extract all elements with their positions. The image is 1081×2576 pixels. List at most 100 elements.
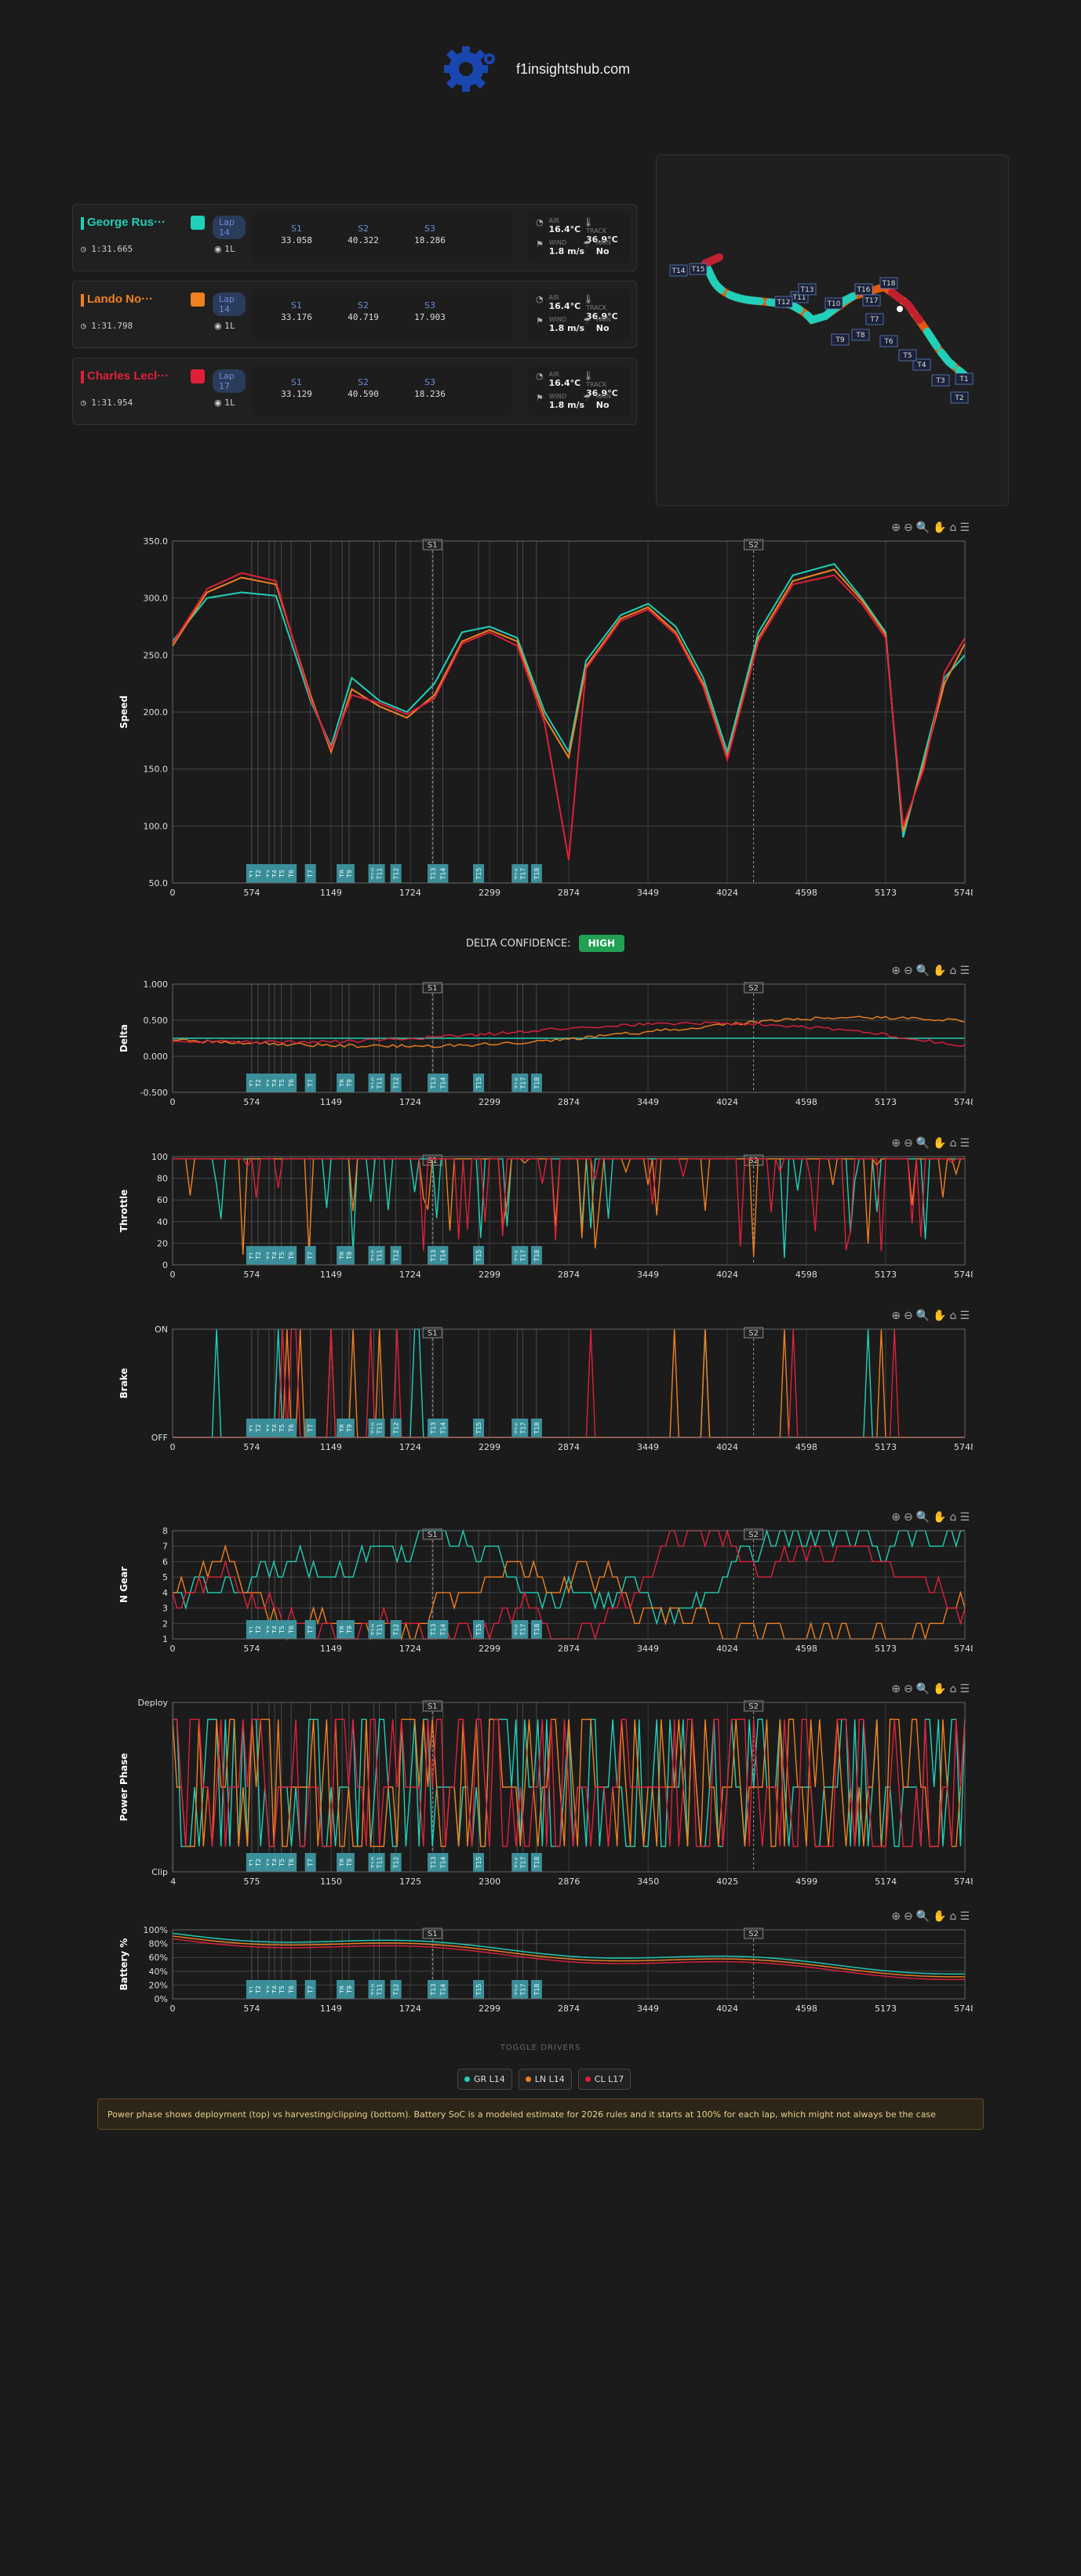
menu-icon[interactable]: ☰ (959, 521, 973, 534)
home-icon[interactable]: ⌂ (950, 1683, 960, 1695)
corner-marker-label: T7 (308, 1424, 315, 1433)
chart-toolbar: ⊕⊖🔍✋⌂☰ (891, 1910, 973, 1923)
delta-confidence: DELTA CONFIDENCE: HIGH (466, 935, 625, 952)
zoom-in-icon[interactable]: ⊕ (891, 1910, 904, 1923)
wind-icon: ⚑ (536, 393, 544, 403)
tyre-info: ◉ 1L (214, 398, 235, 408)
x-tick-label: 5748 (954, 1877, 973, 1887)
home-icon[interactable]: ⌂ (950, 1137, 960, 1150)
zoom-in-icon[interactable]: ⊕ (891, 1310, 904, 1322)
y-tick-label: 80% (149, 1939, 168, 1949)
gear-chart[interactable]: ⊕⊖🔍✋⌂☰ N Gear 8 7 6 5 4 3 2 1 0 574 1149 1724 2299 2874… (110, 1511, 976, 1664)
zoom-icon[interactable]: 🔍 (916, 521, 933, 534)
corner-marker-label: T14 (439, 1422, 446, 1434)
driver-color-swatch[interactable] (191, 216, 205, 230)
pan-icon[interactable]: ✋ (933, 1683, 949, 1695)
driver-color-swatch[interactable] (191, 292, 205, 307)
turn-label: T16 (857, 286, 871, 294)
zoom-out-icon[interactable]: ⊖ (904, 1910, 916, 1923)
delta-chart[interactable]: ⊕⊖🔍✋⌂☰ Delta 1.000 0.500 0.000 -0.500 0 574 1149… (110, 965, 976, 1117)
driver-color-swatch[interactable] (191, 369, 205, 383)
menu-icon[interactable]: ☰ (959, 1683, 973, 1695)
zoom-in-icon[interactable]: ⊕ (891, 521, 904, 534)
x-tick-label: 4598 (795, 1442, 817, 1452)
sector-label: S1 (291, 223, 302, 234)
zoom-icon[interactable]: 🔍 (916, 1310, 933, 1322)
x-tick-label: 1149 (320, 1270, 342, 1280)
zoom-icon[interactable]: 🔍 (916, 1910, 933, 1923)
zoom-in-icon[interactable]: ⊕ (891, 1137, 904, 1150)
rain: ☂ RAIN No (583, 239, 611, 256)
lap-badge[interactable]: Lap 14 (213, 292, 246, 316)
gear-plot: N Gear 8 7 6 5 4 3 2 10 574 1149 1724 2299 2874 3449 40… (118, 1526, 976, 1654)
sector-marker-label: S2 (748, 1702, 759, 1711)
throttle-plot: Throttle 100 80 60 40 20 00 574 1149 1724 2299 2874… (118, 1152, 976, 1280)
y-tick-label: 0% (155, 1994, 168, 2004)
menu-icon[interactable]: ☰ (959, 1137, 973, 1150)
pan-icon[interactable]: ✋ (933, 1511, 949, 1524)
lap-badge[interactable]: Lap 14 (213, 216, 246, 239)
x-tick-label: 5174 (875, 1877, 897, 1887)
zoom-out-icon[interactable]: ⊖ (904, 1683, 916, 1695)
pan-icon[interactable]: ✋ (933, 965, 949, 977)
y-axis-label: Power Phase (118, 1753, 129, 1821)
turn-label: T8 (855, 332, 864, 340)
zoom-out-icon[interactable]: ⊖ (904, 521, 916, 534)
menu-icon[interactable]: ☰ (959, 1910, 973, 1923)
corner-marker-label: T13 (430, 1983, 437, 1996)
power-chart[interactable]: ⊕⊖🔍✋⌂☰ Power Phase Deploy Clip 4 575 1150 1725 2… (110, 1683, 976, 1895)
pan-icon[interactable]: ✋ (933, 521, 949, 534)
driver-card: Lando No··· Lap 14 ◷ 1:31.798 ◉ 1L S1 33… (72, 281, 637, 348)
zoom-out-icon[interactable]: ⊖ (904, 1137, 916, 1150)
zoom-in-icon[interactable]: ⊕ (891, 1683, 904, 1695)
speed-chart[interactable]: ⊕⊖🔍✋⌂☰ Speed 350.0 300.0 250.0 200.0 150.0 100.… (110, 521, 976, 917)
y-tick-label: 0.500 (144, 1016, 169, 1026)
battery-chart[interactable]: ⊕⊖🔍✋⌂☰ Battery % 100% 80% 60% 40% 20% 0% 0 574 114… (110, 1910, 976, 2028)
power-plot: Power Phase Deploy Clip4 575 1150 1725 2300 287… (118, 1698, 976, 1887)
pan-icon[interactable]: ✋ (933, 1910, 949, 1923)
pan-icon[interactable]: ✋ (933, 1137, 949, 1150)
sector-marker-label: S1 (428, 541, 438, 550)
home-icon[interactable]: ⌂ (950, 1310, 960, 1322)
y-tick-label: ON (155, 1324, 168, 1335)
home-icon[interactable]: ⌂ (950, 1910, 960, 1923)
home-icon[interactable]: ⌂ (950, 1511, 960, 1524)
brand-name[interactable]: f1insightshub.com (516, 61, 630, 78)
home-icon[interactable]: ⌂ (950, 965, 960, 977)
zoom-icon[interactable]: 🔍 (916, 1137, 933, 1150)
zoom-out-icon[interactable]: ⊖ (904, 1511, 916, 1524)
wind: ⚑ WIND 1.8 m/s (536, 393, 584, 410)
sector-marker-label: S2 (748, 1930, 759, 1938)
driver-toggle-button[interactable]: GR L14 (457, 2069, 512, 2090)
sector-2: S2 40.322 (336, 223, 391, 245)
corner-marker-label: T18 (533, 1249, 540, 1262)
weather-info: ◔ AIR 16.4°C 🌡 TRACK 36.9°C ⚑ WIND 1.8 m… (528, 366, 630, 416)
menu-icon[interactable]: ☰ (959, 965, 973, 977)
zoom-icon[interactable]: 🔍 (916, 965, 933, 977)
zoom-in-icon[interactable]: ⊕ (891, 965, 904, 977)
menu-icon[interactable]: ☰ (959, 1511, 973, 1524)
sector-3: S3 18.236 (402, 377, 457, 399)
x-tick-label: 1724 (399, 2004, 421, 2014)
driver-toggle-button[interactable]: LN L14 (518, 2069, 572, 2090)
corner-marker-label: T17 (519, 1249, 526, 1262)
menu-icon[interactable]: ☰ (959, 1310, 973, 1322)
zoom-icon[interactable]: 🔍 (916, 1511, 933, 1524)
zoom-icon[interactable]: 🔍 (916, 1683, 933, 1695)
zoom-out-icon[interactable]: ⊖ (904, 965, 916, 977)
zoom-in-icon[interactable]: ⊕ (891, 1511, 904, 1524)
brake-chart[interactable]: ⊕⊖🔍✋⌂☰ Brake ON OFF 0 574 1149 1724 2299 2874 3449… (110, 1310, 976, 1462)
throttle-chart[interactable]: ⊕⊖🔍✋⌂☰ Throttle 100 80 60 40 20 0 0 574 1149 1724 22… (110, 1137, 976, 1290)
pan-icon[interactable]: ✋ (933, 1310, 949, 1322)
x-tick-label: 1149 (320, 888, 342, 898)
lap-badge[interactable]: Lap 17 (213, 369, 246, 393)
driver-toggle-button[interactable]: CL L17 (577, 2069, 631, 2090)
home-icon[interactable]: ⌂ (950, 521, 960, 534)
track-map[interactable]: T1 T2 T3 T4 T5 T6 T7 T8 T9 T10 T11 T12 T13 T14 T15 T16 T… (656, 154, 1009, 506)
corner-marker-label: T6 (288, 1986, 295, 1994)
delta-confidence-badge: HIGH (578, 935, 625, 952)
corner-marker-label: T17 (519, 1983, 526, 1996)
sector-label: S3 (424, 223, 435, 234)
zoom-out-icon[interactable]: ⊖ (904, 1310, 916, 1322)
corner-marker-label: T5 (278, 870, 286, 878)
